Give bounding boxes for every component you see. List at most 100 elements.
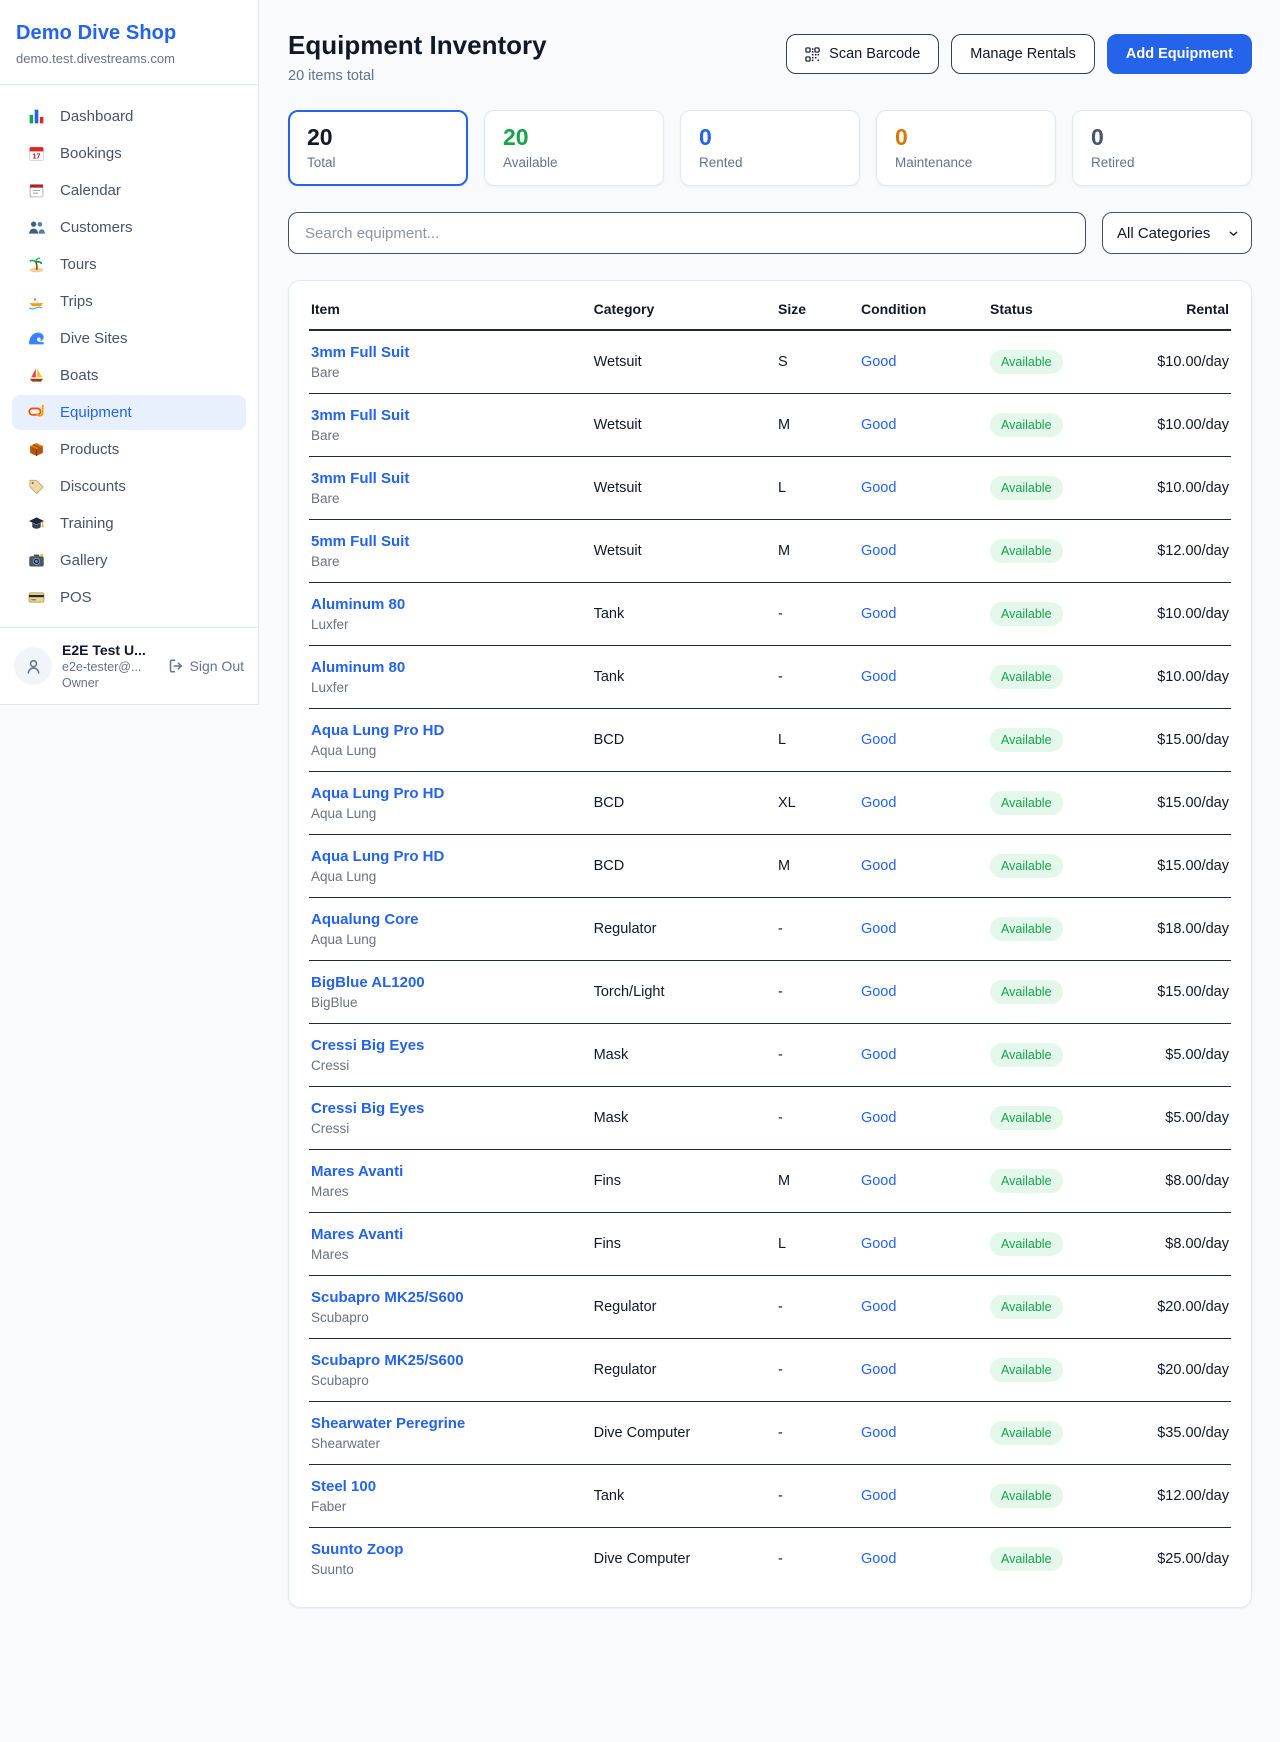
item-name-link[interactable]: Aqua Lung Pro HD bbox=[311, 848, 444, 865]
condition-link[interactable]: Good bbox=[861, 858, 896, 874]
item-name-link[interactable]: Mares Avanti bbox=[311, 1163, 403, 1180]
status-badge: Available bbox=[990, 980, 1063, 1004]
sidebar-item[interactable]: POS bbox=[12, 580, 246, 615]
status-cell: Available bbox=[982, 1402, 1139, 1465]
item-name-link[interactable]: 3mm Full Suit bbox=[311, 470, 409, 487]
discounts-icon bbox=[26, 478, 46, 495]
add-equipment-button[interactable]: Add Equipment bbox=[1107, 34, 1252, 74]
sidebar-item[interactable]: Discounts bbox=[12, 469, 246, 504]
status-badge: Available bbox=[990, 791, 1063, 815]
condition-link[interactable]: Good bbox=[861, 732, 896, 748]
sidebar-item[interactable]: Calendar bbox=[12, 173, 246, 208]
condition-link[interactable]: Good bbox=[861, 1236, 896, 1252]
table-row: Mares Avanti Mares Fins L Good Available… bbox=[309, 1213, 1231, 1276]
sidebar-item[interactable]: Trips bbox=[12, 284, 246, 319]
item-name-link[interactable]: Scubapro MK25/S600 bbox=[311, 1289, 464, 1306]
item-name-link[interactable]: Suunto Zoop bbox=[311, 1541, 403, 1558]
table-row: Aqua Lung Pro HD Aqua Lung BCD M Good Av… bbox=[309, 835, 1231, 898]
condition-cell: Good bbox=[853, 898, 982, 961]
item-name-link[interactable]: 3mm Full Suit bbox=[311, 344, 409, 361]
condition-link[interactable]: Good bbox=[861, 1173, 896, 1189]
sidebar-nav: Dashboard 17 Bookings Calendar Customers… bbox=[0, 85, 258, 627]
size-cell: - bbox=[770, 1528, 853, 1596]
page-title: Equipment Inventory bbox=[288, 30, 547, 61]
condition-link[interactable]: Good bbox=[861, 1425, 896, 1441]
size-cell: - bbox=[770, 1276, 853, 1339]
condition-link[interactable]: Good bbox=[861, 1551, 896, 1567]
condition-cell: Good bbox=[853, 1024, 982, 1087]
item-name-link[interactable]: Aqua Lung Pro HD bbox=[311, 785, 444, 802]
item-cell: 3mm Full Suit Bare bbox=[309, 330, 586, 394]
table-row: Aluminum 80 Luxfer Tank - Good Available… bbox=[309, 583, 1231, 646]
condition-link[interactable]: Good bbox=[861, 354, 896, 370]
item-name-link[interactable]: 3mm Full Suit bbox=[311, 407, 409, 424]
condition-link[interactable]: Good bbox=[861, 1362, 896, 1378]
stat-card[interactable]: 20 Total bbox=[288, 110, 468, 186]
sidebar-item-label: Equipment bbox=[60, 404, 132, 421]
category-select[interactable]: All Categories bbox=[1102, 212, 1252, 254]
item-brand: Suunto bbox=[311, 1562, 578, 1577]
condition-cell: Good bbox=[853, 835, 982, 898]
status-badge: Available bbox=[990, 1421, 1063, 1445]
item-name-link[interactable]: Mares Avanti bbox=[311, 1226, 403, 1243]
svg-text:17: 17 bbox=[32, 153, 40, 160]
item-name-link[interactable]: Aqualung Core bbox=[311, 911, 419, 928]
condition-link[interactable]: Good bbox=[861, 921, 896, 937]
condition-link[interactable]: Good bbox=[861, 984, 896, 1000]
item-name-link[interactable]: BigBlue AL1200 bbox=[311, 974, 425, 991]
item-name-link[interactable]: Aluminum 80 bbox=[311, 596, 405, 613]
item-name-link[interactable]: 5mm Full Suit bbox=[311, 533, 409, 550]
item-name-link[interactable]: Aqua Lung Pro HD bbox=[311, 722, 444, 739]
sidebar-item[interactable]: Equipment bbox=[12, 395, 246, 430]
stat-card[interactable]: 0 Maintenance bbox=[876, 110, 1056, 186]
sidebar-item[interactable]: Dive Sites bbox=[12, 321, 246, 356]
category-cell: Regulator bbox=[586, 898, 770, 961]
condition-link[interactable]: Good bbox=[861, 1299, 896, 1315]
sidebar-item[interactable]: 17 Bookings bbox=[12, 136, 246, 171]
item-brand: Aqua Lung bbox=[311, 869, 578, 884]
sidebar-item[interactable]: Tours bbox=[12, 247, 246, 282]
sidebar-item-label: Gallery bbox=[60, 552, 108, 569]
condition-link[interactable]: Good bbox=[861, 1488, 896, 1504]
sign-out-icon bbox=[168, 658, 184, 674]
condition-link[interactable]: Good bbox=[861, 543, 896, 559]
condition-link[interactable]: Good bbox=[861, 669, 896, 685]
condition-link[interactable]: Good bbox=[861, 606, 896, 622]
item-name-link[interactable]: Scubapro MK25/S600 bbox=[311, 1352, 464, 1369]
search-input[interactable] bbox=[288, 212, 1086, 254]
stat-card[interactable]: 0 Rented bbox=[680, 110, 860, 186]
condition-link[interactable]: Good bbox=[861, 417, 896, 433]
condition-link[interactable]: Good bbox=[861, 480, 896, 496]
rental-cell: $10.00/day bbox=[1139, 394, 1231, 457]
status-cell: Available bbox=[982, 1276, 1139, 1339]
status-badge: Available bbox=[990, 1295, 1063, 1319]
sign-out-button[interactable]: Sign Out bbox=[168, 658, 244, 674]
item-cell: Suunto Zoop Suunto bbox=[309, 1528, 586, 1596]
sidebar-item[interactable]: Dashboard bbox=[12, 99, 246, 134]
item-name-link[interactable]: Steel 100 bbox=[311, 1478, 376, 1495]
stat-label: Total bbox=[307, 155, 449, 170]
sidebar-item[interactable]: Customers bbox=[12, 210, 246, 245]
item-name-link[interactable]: Cressi Big Eyes bbox=[311, 1100, 424, 1117]
sidebar-item[interactable]: Gallery bbox=[12, 543, 246, 578]
stat-card[interactable]: 0 Retired bbox=[1072, 110, 1252, 186]
stat-card[interactable]: 20 Available bbox=[484, 110, 664, 186]
sidebar-item[interactable]: Products bbox=[12, 432, 246, 467]
condition-link[interactable]: Good bbox=[861, 1047, 896, 1063]
table-row: Cressi Big Eyes Cressi Mask - Good Avail… bbox=[309, 1024, 1231, 1087]
scan-barcode-icon bbox=[805, 47, 820, 62]
manage-rentals-button[interactable]: Manage Rentals bbox=[951, 34, 1095, 74]
scan-barcode-button[interactable]: Scan Barcode bbox=[786, 34, 939, 74]
item-name-link[interactable]: Shearwater Peregrine bbox=[311, 1415, 465, 1432]
item-name-link[interactable]: Aluminum 80 bbox=[311, 659, 405, 676]
status-cell: Available bbox=[982, 898, 1139, 961]
item-brand: BigBlue bbox=[311, 995, 578, 1010]
sidebar-item[interactable]: Training bbox=[12, 506, 246, 541]
condition-cell: Good bbox=[853, 394, 982, 457]
item-name-link[interactable]: Cressi Big Eyes bbox=[311, 1037, 424, 1054]
item-brand: Mares bbox=[311, 1247, 578, 1262]
condition-link[interactable]: Good bbox=[861, 1110, 896, 1126]
condition-link[interactable]: Good bbox=[861, 795, 896, 811]
sidebar-item[interactable]: Boats bbox=[12, 358, 246, 393]
rental-cell: $15.00/day bbox=[1139, 772, 1231, 835]
